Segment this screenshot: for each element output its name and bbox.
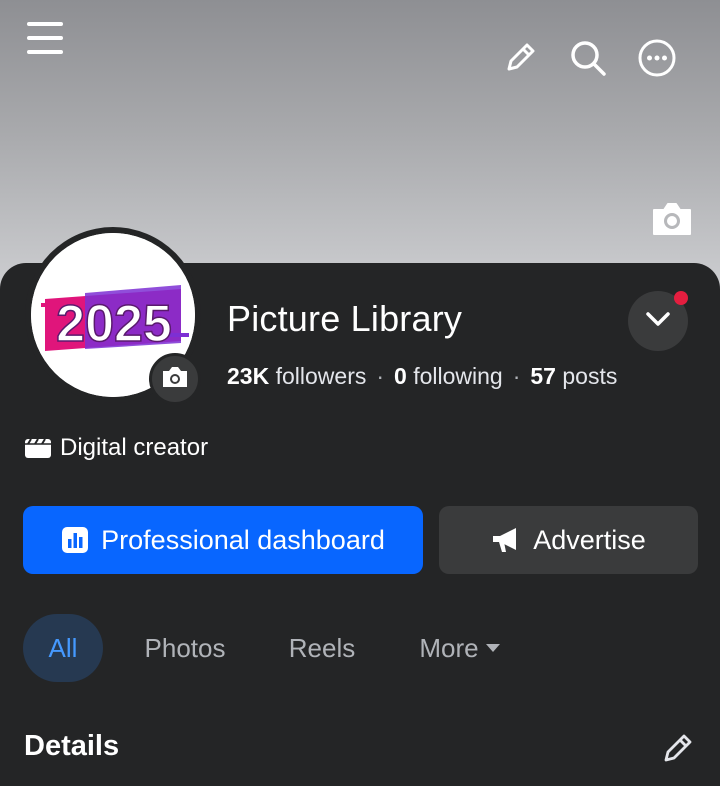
profile-category: Digital creator — [24, 434, 208, 462]
profile-tabs: All Photos Reels More — [0, 614, 720, 682]
tab-more[interactable]: More — [410, 614, 510, 682]
profile-stats: 23K followers · 0 following · 57 posts — [227, 363, 618, 389]
hamburger-menu-icon[interactable] — [22, 16, 68, 60]
pencil-icon[interactable] — [498, 36, 542, 80]
caret-down-icon — [485, 643, 501, 653]
avatar-text: 2025 — [56, 295, 172, 353]
more-options-icon[interactable] — [634, 35, 680, 81]
clapperboard-icon — [24, 437, 52, 459]
professional-dashboard-label: Professional dashboard — [101, 524, 385, 555]
profile-name: Picture Library — [227, 298, 463, 339]
chevron-down-icon — [645, 311, 671, 332]
tab-reels[interactable]: Reels — [280, 614, 364, 682]
edit-details-pencil-icon[interactable] — [658, 728, 698, 768]
camera-icon[interactable] — [648, 198, 696, 240]
category-label: Digital creator — [60, 434, 209, 461]
megaphone-icon — [491, 526, 521, 554]
avatar-camera-button[interactable] — [149, 353, 201, 405]
tab-photos[interactable]: Photos — [135, 614, 235, 682]
professional-dashboard-button[interactable]: Professional dashboard — [23, 506, 423, 574]
tab-all[interactable]: All — [23, 614, 103, 682]
search-icon[interactable] — [566, 36, 610, 80]
followers-stat[interactable]: 23K followers — [227, 363, 366, 389]
advertise-button[interactable]: Advertise — [439, 506, 698, 574]
bar-chart-icon — [61, 526, 89, 554]
following-stat[interactable]: 0 following — [394, 363, 503, 389]
camera-icon — [160, 364, 190, 395]
advertise-label: Advertise — [533, 524, 646, 555]
posts-stat: 57 posts — [530, 363, 618, 389]
details-heading: Details — [24, 730, 120, 762]
tab-more-label: More — [419, 632, 479, 663]
notification-dot — [674, 291, 688, 305]
